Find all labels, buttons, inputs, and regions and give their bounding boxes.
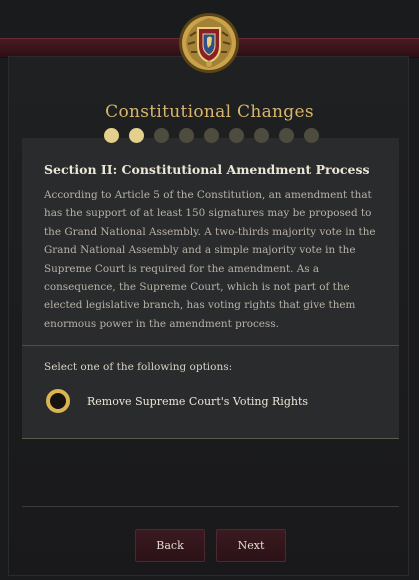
radio-inner-dot	[56, 399, 60, 403]
progress-dot-6	[229, 128, 244, 143]
options-prompt: Select one of the following options:	[44, 361, 233, 373]
progress-dot-1	[104, 128, 119, 143]
progress-dot-4	[179, 128, 194, 143]
option-remove-supreme-court-voting-rights[interactable]: Remove Supreme Court's Voting Rights	[44, 387, 384, 415]
back-button[interactable]: Back	[135, 529, 205, 562]
progress-dot-9	[304, 128, 319, 143]
footer-divider	[22, 506, 399, 507]
progress-dot-7	[254, 128, 269, 143]
progress-steps	[100, 128, 320, 144]
progress-dot-3	[154, 128, 169, 143]
section-title: Section II: Constitutional Amendment Pro…	[44, 162, 370, 177]
divider	[22, 345, 399, 346]
progress-dot-5	[204, 128, 219, 143]
progress-dot-2	[129, 128, 144, 143]
page-title: Constitutional Changes	[105, 102, 314, 122]
progress-dot-8	[279, 128, 294, 143]
next-button[interactable]: Next	[216, 529, 286, 562]
option-label: Remove Supreme Court's Voting Rights	[87, 395, 309, 408]
radio-selected-icon[interactable]	[46, 389, 70, 413]
section-body-text: According to Article 5 of the Constituti…	[44, 189, 376, 330]
crest-emblem-icon	[179, 13, 239, 73]
